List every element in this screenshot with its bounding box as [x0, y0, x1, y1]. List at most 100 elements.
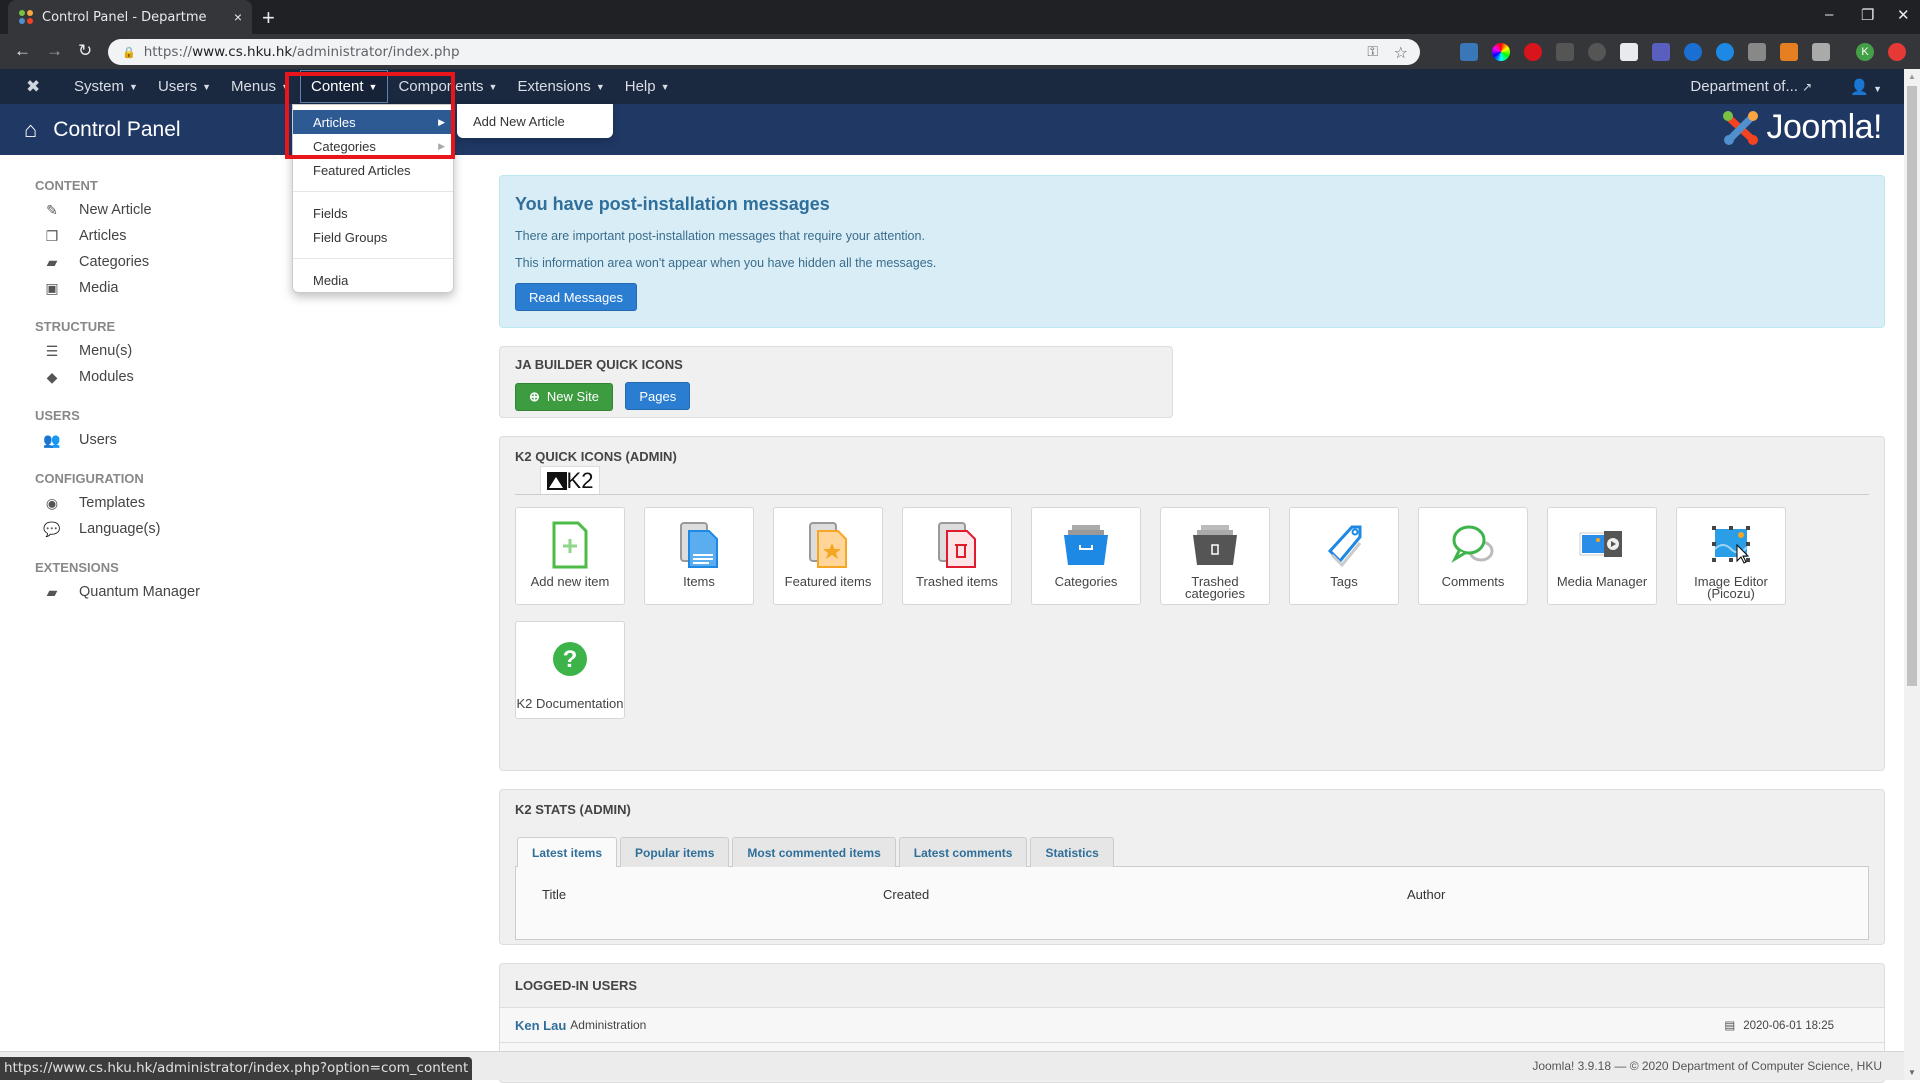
logged-in-user-row: Ken Lau Administration ▤ 2020-06-01 18:25: [500, 1007, 1884, 1042]
sidebar-item-languages[interactable]: 💬 Language(s): [35, 516, 435, 542]
tab-latest-items[interactable]: Latest items: [517, 837, 618, 868]
menu-item-field-groups[interactable]: Field Groups: [293, 225, 453, 249]
gamepad-extension-icon[interactable]: [1716, 43, 1734, 61]
menu-item-categories[interactable]: Categories ▶: [293, 134, 453, 158]
update-icon[interactable]: [1888, 43, 1906, 61]
content-dropdown-menu: Articles ▶ Categories ▶ Featured Articles …: [292, 104, 454, 293]
tag-icon: [1320, 520, 1368, 570]
vertical-scrollbar[interactable]: ▲ ▼: [1904, 69, 1920, 1080]
k2-quick-icons-panel: K2 QUICK ICONS (ADMIN) K2 Add new item I…: [499, 436, 1885, 771]
caret-down-icon: ▼: [488, 81, 498, 92]
page-title: Control Panel: [53, 117, 181, 141]
tab-latest-comments[interactable]: Latest comments: [898, 837, 1028, 867]
ja-builder-panel: JA BUILDER QUICK ICONS ⊕ New Site Pages: [499, 346, 1173, 418]
k2-trashed-categories[interactable]: Trashed categories: [1160, 507, 1270, 605]
new-tab-button[interactable]: +: [262, 5, 275, 31]
k2-trashed-items[interactable]: Trashed items: [902, 507, 1012, 605]
nav-components[interactable]: Components ▼: [388, 70, 507, 103]
k2-items[interactable]: Items: [644, 507, 754, 605]
k2-categories[interactable]: Categories: [1031, 507, 1141, 605]
nav-menus[interactable]: Menus ▼: [221, 70, 300, 103]
reload-icon[interactable]: ↻: [78, 41, 92, 61]
tab-title: Control Panel - Departme: [42, 9, 207, 25]
help-icon: ?: [546, 634, 594, 684]
tab-popular-items[interactable]: Popular items: [620, 837, 730, 867]
k2-image-editor[interactable]: Image Editor (Picozu): [1676, 507, 1786, 605]
scroll-down-arrow-icon[interactable]: ▼: [1908, 1068, 1916, 1077]
profile-avatar[interactable]: K: [1856, 43, 1874, 61]
leaf-extension-icon[interactable]: [1812, 43, 1830, 61]
scroll-up-arrow-icon[interactable]: ▲: [1908, 72, 1916, 81]
restore-button[interactable]: ❐: [1861, 6, 1874, 24]
image-extension-icon[interactable]: [1780, 43, 1798, 61]
settings-extension-icon[interactable]: [1588, 43, 1606, 61]
column-header-author[interactable]: Author: [1407, 887, 1445, 902]
forward-icon[interactable]: →: [46, 41, 63, 61]
menu-divider: [293, 191, 453, 192]
column-header-title[interactable]: Title: [542, 887, 566, 902]
user-menu[interactable]: 👤 ▼: [1850, 78, 1882, 96]
nav-users[interactable]: Users ▼: [148, 70, 221, 103]
user-name-link[interactable]: Ken Lau: [515, 1018, 566, 1033]
sidebar-heading-users: USERS: [35, 408, 80, 423]
menu-item-add-new-article[interactable]: Add New Article: [473, 114, 565, 129]
s-extension-icon[interactable]: [1620, 43, 1638, 61]
user-role: Administration: [570, 1018, 647, 1032]
sidebar-item-users[interactable]: 👥 Users: [35, 427, 435, 453]
comments-icon: 💬: [43, 520, 61, 537]
camera-extension-icon[interactable]: [1748, 43, 1766, 61]
tab-statistics[interactable]: Statistics: [1030, 837, 1114, 867]
sidebar-item-modules[interactable]: ◆ Modules: [35, 364, 435, 390]
k2-media-manager[interactable]: Media Manager: [1547, 507, 1657, 605]
nav-system[interactable]: System ▼: [64, 70, 148, 103]
tab-close-icon[interactable]: ×: [234, 9, 242, 25]
nav-extensions[interactable]: Extensions ▼: [507, 70, 614, 103]
k2-documentation[interactable]: ? K2 Documentation: [515, 621, 625, 719]
nav-help[interactable]: Help ▼: [615, 70, 680, 103]
key-icon[interactable]: ⚿: [1367, 44, 1378, 60]
tab-most-commented-items[interactable]: Most commented items: [732, 837, 896, 867]
nav-content[interactable]: Content ▼: [299, 70, 389, 103]
site-link[interactable]: Department of... ↗: [1690, 78, 1812, 95]
minimize-button[interactable]: –: [1825, 6, 1833, 23]
url-host: www.cs.hku.hk: [192, 44, 293, 60]
sidebar-item-menus[interactable]: ☰ Menu(s): [35, 338, 435, 364]
column-header-created[interactable]: Created: [883, 887, 929, 902]
menu-item-media[interactable]: Media: [293, 268, 453, 292]
featured-items-icon: [804, 520, 852, 570]
joomla-logo-icon[interactable]: ✖: [26, 77, 44, 96]
color-picker-extension-icon[interactable]: [1492, 43, 1510, 61]
url-bar[interactable]: 🔒 https://www.cs.hku.hk/administrator/in…: [108, 39, 1420, 65]
k2-tags[interactable]: Tags: [1289, 507, 1399, 605]
scrollbar-thumb[interactable]: [1907, 86, 1917, 686]
k2-add-new-item[interactable]: Add new item: [515, 507, 625, 605]
bookmark-star-icon[interactable]: ☆: [1394, 43, 1408, 62]
menu-item-articles[interactable]: Articles ▶: [293, 110, 453, 134]
menu-item-featured-articles[interactable]: Featured Articles: [293, 158, 453, 182]
screen-extension-icon[interactable]: [1652, 43, 1670, 61]
page-header: ⌂ Control Panel Joomla!: [0, 104, 1904, 155]
folder-icon: ▰: [46, 583, 58, 600]
k2-comments[interactable]: Comments: [1418, 507, 1528, 605]
external-link-icon: ↗: [1802, 80, 1813, 94]
image-editor-icon: [1707, 520, 1755, 570]
latest-items-table: Title Created Author: [515, 867, 1869, 940]
pages-button[interactable]: Pages: [625, 382, 691, 410]
extension-icon[interactable]: [1460, 43, 1478, 61]
read-messages-button[interactable]: Read Messages: [515, 283, 637, 311]
back-icon[interactable]: ←: [14, 41, 31, 61]
adblock-extension-icon[interactable]: [1524, 43, 1542, 61]
url-scheme: https://: [143, 44, 193, 60]
new-site-button[interactable]: ⊕ New Site: [515, 382, 613, 411]
sidebar-item-quantum-manager[interactable]: ▰ Quantum Manager: [35, 579, 435, 605]
c-extension-icon[interactable]: [1684, 43, 1702, 61]
k2-featured-items[interactable]: Featured items: [773, 507, 883, 605]
download-extension-icon[interactable]: [1556, 43, 1574, 61]
joomla-wordmark: Joomla!: [1766, 108, 1882, 146]
caret-right-icon: ▶: [438, 140, 445, 151]
admin-navbar: ✖ System ▼ Users ▼ Menus ▼ Content ▼ Compone…: [0, 69, 1904, 104]
menu-item-fields[interactable]: Fields: [293, 201, 453, 225]
close-window-button[interactable]: ✕: [1897, 6, 1910, 24]
sidebar-item-templates[interactable]: ◉ Templates: [35, 490, 435, 516]
browser-tab[interactable]: Control Panel - Departme ×: [8, 0, 252, 34]
